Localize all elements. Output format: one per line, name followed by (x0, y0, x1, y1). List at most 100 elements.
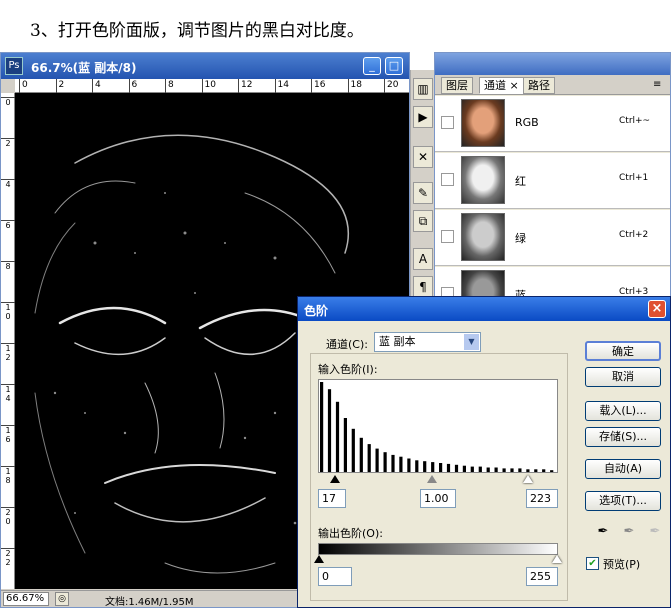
output-black-slider[interactable] (314, 555, 324, 563)
dialog-title-bar[interactable]: 色阶 × (298, 297, 670, 321)
gray-eyedropper-icon[interactable]: ✒ (618, 521, 640, 543)
save-button[interactable]: 存储(S)... (585, 427, 661, 447)
maximize-button[interactable]: □ (385, 57, 403, 75)
clone-source-icon[interactable]: ⧉ (413, 210, 433, 232)
ruler-tick-label: 1 2 (1, 343, 15, 362)
ruler-tick-label: 0 (19, 79, 28, 93)
auto-button[interactable]: 自动(A) (585, 459, 661, 479)
input-gamma-slider[interactable] (427, 475, 437, 483)
panel-tabs: 图层 通道 × 路径 ≡ (435, 75, 670, 95)
histogram-bar (335, 401, 340, 472)
zoom-field[interactable]: 66.67% (3, 592, 49, 606)
histogram-bar (526, 469, 530, 472)
ruler-tick-label: 4 (92, 79, 101, 93)
histogram-bar (502, 468, 506, 472)
visibility-toggle[interactable] (441, 230, 454, 243)
histogram-bar (454, 464, 459, 472)
output-gradient (318, 543, 558, 555)
visibility-toggle[interactable] (441, 173, 454, 186)
white-eyedropper-icon[interactable]: ✒ (644, 521, 666, 543)
horizontal-ruler: 0 2 4 6 8 10 12 14 16 18 20 (15, 79, 409, 93)
histogram-bar (470, 466, 474, 472)
ruler-tick-label: 8 (1, 261, 15, 271)
status-menu-icon[interactable]: ◎ (55, 592, 69, 606)
ruler-tick-label: 4 (1, 179, 15, 189)
visibility-toggle[interactable] (441, 116, 454, 129)
channel-thumbnail (461, 156, 505, 204)
ruler-tick-label: 12 (238, 79, 252, 93)
cancel-button[interactable]: 取消 (585, 367, 661, 387)
load-button[interactable]: 载入(L)... (585, 401, 661, 421)
output-white-slider[interactable] (552, 555, 562, 563)
panel-menu-icon[interactable]: ≡ (653, 79, 661, 90)
panel-header[interactable] (435, 53, 670, 75)
input-gamma-field[interactable]: 1.00 (420, 489, 456, 508)
ruler-tick-label: 14 (274, 79, 289, 93)
histogram-bar (518, 468, 522, 472)
input-white-slider[interactable] (523, 475, 533, 483)
document-title-bar[interactable]: Ps 66.7%(蓝 副本/8) _ □ (1, 53, 409, 79)
channel-thumbnail (461, 213, 505, 261)
histogram-bar (534, 469, 538, 472)
options-button[interactable]: 选项(T)... (585, 491, 661, 511)
histogram-bar (359, 437, 363, 472)
channel-row-green[interactable]: 绿 Ctrl+2 (435, 210, 670, 266)
channel-label: 通道(C): (326, 338, 368, 351)
actions-icon[interactable]: ▶ (413, 106, 433, 128)
histogram-bar (383, 452, 387, 472)
history-icon[interactable]: ▥ (413, 78, 433, 100)
ruler-tick-label: 20 (384, 79, 398, 93)
ruler-tick-label: 10 (201, 79, 216, 93)
photoshop-app-icon: Ps (5, 57, 23, 75)
histogram-bar (327, 389, 332, 472)
character-icon[interactable]: A (413, 248, 433, 270)
histogram-bar (439, 463, 443, 472)
ruler-tick-label: 1 4 (1, 384, 15, 403)
brushes-icon[interactable]: ✎ (413, 182, 433, 204)
histogram-bar (462, 465, 466, 472)
histogram-bar (542, 469, 546, 472)
black-eyedropper-icon[interactable]: ✒ (592, 521, 614, 543)
tab-layers[interactable]: 图层 (441, 77, 473, 94)
tab-channels[interactable]: 通道 × (479, 77, 524, 94)
ruler-tick-label: 8 (165, 79, 174, 93)
input-levels-label: 输入色阶(I): (318, 363, 378, 376)
tab-channels-label: 通道 (484, 79, 506, 92)
histogram-bar (478, 466, 482, 472)
histogram-bar (510, 468, 514, 472)
output-black-field[interactable]: 0 (318, 567, 352, 586)
histogram-bar (446, 463, 451, 472)
paragraph-icon[interactable]: ¶ (413, 276, 433, 298)
ruler-tick-label: 18 (347, 79, 362, 93)
tab-paths[interactable]: 路径 (523, 77, 555, 94)
histogram-bar (486, 467, 490, 472)
channels-panel: 图层 通道 × 路径 ≡ RGB Ctrl+~ 红 Ctrl+1 绿 Ctrl+… (434, 52, 671, 323)
output-levels-label: 输出色阶(O): (318, 527, 383, 540)
input-black-slider[interactable] (330, 475, 340, 483)
ruler-tick-label: 2 2 (1, 548, 15, 567)
ruler-tick-label: 1 6 (1, 425, 15, 444)
chevron-down-icon[interactable]: ▼ (464, 334, 479, 350)
levels-dialog: 色阶 × 通道(C): 蓝 副本 ▼ 输入色阶(I): 17 1.00 223 … (297, 296, 671, 608)
channel-name: 红 (515, 175, 526, 188)
minimize-button[interactable]: _ (363, 57, 381, 75)
channel-row-rgb[interactable]: RGB Ctrl+~ (435, 96, 670, 152)
channel-select-value: 蓝 副本 (379, 335, 416, 348)
tool-presets-icon[interactable]: ✕ (413, 146, 433, 168)
ok-button[interactable]: 确定 (585, 341, 661, 361)
histogram-bar (423, 461, 427, 472)
vertical-ruler: 0 2 4 6 8 1 0 1 2 1 4 1 6 1 8 2 0 2 2 (1, 93, 15, 589)
input-black-field[interactable]: 17 (318, 489, 346, 508)
close-icon[interactable]: × (648, 300, 666, 318)
histogram-bar (375, 448, 379, 472)
channel-row-red[interactable]: 红 Ctrl+1 (435, 153, 670, 209)
ruler-tick-label: 6 (128, 79, 137, 93)
ruler-tick-label: 1 0 (1, 302, 15, 321)
channel-name: 绿 (515, 232, 526, 245)
histogram-bar (320, 382, 324, 472)
preview-checkbox[interactable]: ✔ (586, 557, 599, 570)
channel-select[interactable]: 蓝 副本 ▼ (374, 332, 481, 352)
histogram-graph (320, 382, 554, 472)
input-white-field[interactable]: 223 (526, 489, 558, 508)
output-white-field[interactable]: 255 (526, 567, 558, 586)
